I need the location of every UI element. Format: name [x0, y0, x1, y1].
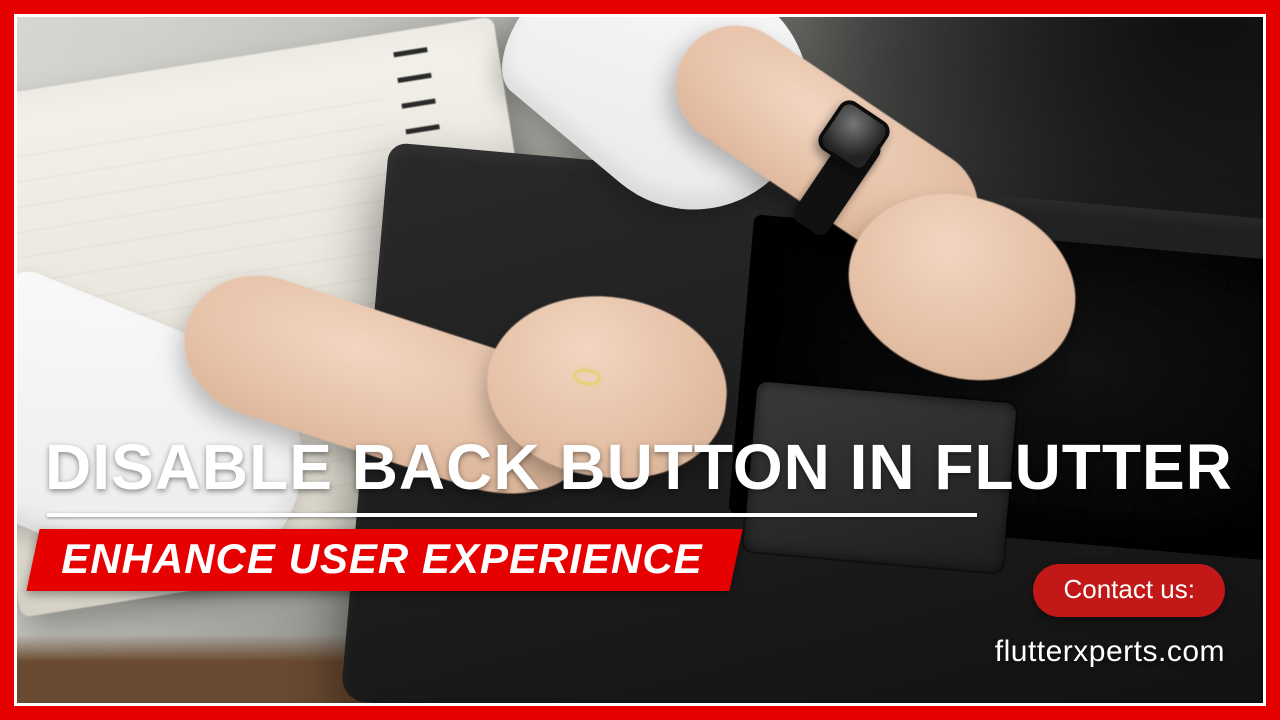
- subheadline-text: ENHANCE USER EXPERIENCE: [61, 535, 702, 583]
- contact-us-pill: Contact us:: [1033, 564, 1225, 617]
- inner-white-border-frame: DISABLE BACK BUTTON IN FLUTTER ENHANCE U…: [14, 14, 1266, 706]
- subheadline-banner: ENHANCE USER EXPERIENCE: [33, 529, 736, 591]
- site-url[interactable]: flutterxperts.com: [995, 635, 1225, 669]
- subheadline-skew-box: ENHANCE USER EXPERIENCE: [26, 529, 743, 591]
- outer-red-frame: DISABLE BACK BUTTON IN FLUTTER ENHANCE U…: [0, 0, 1280, 720]
- headline-divider: [47, 513, 977, 517]
- headline-title: DISABLE BACK BUTTON IN FLUTTER: [45, 435, 1233, 499]
